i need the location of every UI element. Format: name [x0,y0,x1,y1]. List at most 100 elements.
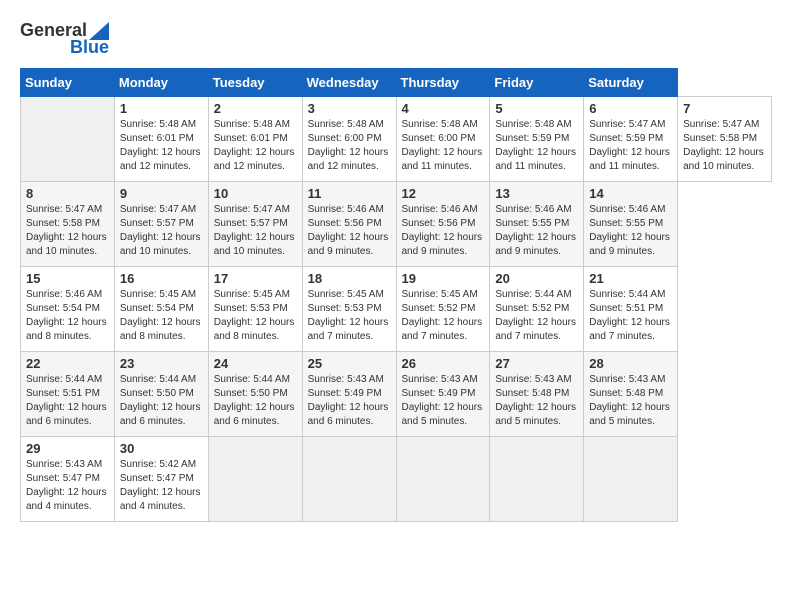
day-info: Sunrise: 5:43 AMSunset: 5:49 PMDaylight:… [402,373,485,429]
day-number: 22 [26,356,109,371]
weekday-header-wednesday: Wednesday [302,69,396,97]
calendar-cell: 6 Sunrise: 5:47 AMSunset: 5:59 PMDaylight… [584,97,678,182]
logo-container: General Blue [20,20,109,58]
weekday-header-friday: Friday [490,69,584,97]
day-info: Sunrise: 5:45 AMSunset: 5:52 PMDaylight:… [402,288,485,344]
calendar-cell: 28 Sunrise: 5:43 AMSunset: 5:48 PMDayligh… [584,352,678,437]
day-info: Sunrise: 5:44 AMSunset: 5:50 PMDaylight:… [120,373,203,429]
day-number: 1 [120,101,203,116]
day-info: Sunrise: 5:48 AMSunset: 5:59 PMDaylight:… [495,118,578,174]
calendar-cell: 2Sunrise: 5:48 AMSunset: 6:01 PMDaylight… [208,97,302,182]
day-number: 28 [589,356,672,371]
calendar-cell: 5Sunrise: 5:48 AMSunset: 5:59 PMDaylight… [490,97,584,182]
calendar-cell-empty [21,97,115,182]
calendar-cell: 22 Sunrise: 5:44 AMSunset: 5:51 PMDayligh… [21,352,115,437]
calendar-table: SundayMondayTuesdayWednesdayThursdayFrid… [20,68,772,522]
weekday-header-thursday: Thursday [396,69,490,97]
calendar-header: SundayMondayTuesdayWednesdayThursdayFrid… [21,69,772,97]
weekday-header-saturday: Saturday [584,69,678,97]
day-number: 10 [214,186,297,201]
day-info: Sunrise: 5:46 AMSunset: 5:54 PMDaylight:… [26,288,109,344]
calendar-cell: 17 Sunrise: 5:45 AMSunset: 5:53 PMDayligh… [208,267,302,352]
day-number: 6 [589,101,672,116]
calendar-cell: 25Sunrise: 5:43 AMSunset: 5:49 PMDayligh… [302,352,396,437]
day-number: 18 [308,271,391,286]
page-header: General Blue [20,20,772,58]
day-number: 29 [26,441,109,456]
calendar-cell: 10 Sunrise: 5:47 AMSunset: 5:57 PMDayligh… [208,182,302,267]
calendar-cell: 12Sunrise: 5:46 AMSunset: 5:56 PMDayligh… [396,182,490,267]
day-number: 25 [308,356,391,371]
calendar-cell: 7 Sunrise: 5:47 AMSunset: 5:58 PMDaylight… [678,97,772,182]
day-number: 15 [26,271,109,286]
day-number: 26 [402,356,485,371]
day-info: Sunrise: 5:47 AMSunset: 5:58 PMDaylight:… [26,203,109,259]
day-info: Sunrise: 5:43 AMSunset: 5:48 PMDaylight:… [589,373,672,429]
day-info: Sunrise: 5:43 AMSunset: 5:47 PMDaylight:… [26,458,109,514]
day-info: Sunrise: 5:47 AMSunset: 5:57 PMDaylight:… [214,203,297,259]
day-number: 8 [26,186,109,201]
calendar-cell: 26 Sunrise: 5:43 AMSunset: 5:49 PMDayligh… [396,352,490,437]
calendar-cell: 14 Sunrise: 5:46 AMSunset: 5:55 PMDayligh… [584,182,678,267]
weekday-header-sunday: Sunday [21,69,115,97]
day-number: 27 [495,356,578,371]
day-number: 14 [589,186,672,201]
day-info: Sunrise: 5:48 AMSunset: 6:00 PMDaylight:… [308,118,391,174]
day-number: 16 [120,271,203,286]
calendar-week-2: 8 Sunrise: 5:47 AMSunset: 5:58 PMDaylight… [21,182,772,267]
calendar-week-3: 15 Sunrise: 5:46 AMSunset: 5:54 PMDayligh… [21,267,772,352]
day-number: 17 [214,271,297,286]
calendar-week-1: 1 Sunrise: 5:48 AMSunset: 6:01 PMDaylight… [21,97,772,182]
calendar-cell: 11Sunrise: 5:46 AMSunset: 5:56 PMDayligh… [302,182,396,267]
weekday-row: SundayMondayTuesdayWednesdayThursdayFrid… [21,69,772,97]
day-info: Sunrise: 5:44 AMSunset: 5:51 PMDaylight:… [589,288,672,344]
calendar-cell: 18Sunrise: 5:45 AMSunset: 5:53 PMDayligh… [302,267,396,352]
calendar-cell: 24Sunrise: 5:44 AMSunset: 5:50 PMDayligh… [208,352,302,437]
calendar-body: 1 Sunrise: 5:48 AMSunset: 6:01 PMDaylight… [21,97,772,522]
calendar-cell: 23 Sunrise: 5:44 AMSunset: 5:50 PMDayligh… [114,352,208,437]
day-number: 3 [308,101,391,116]
day-info: Sunrise: 5:46 AMSunset: 5:55 PMDaylight:… [589,203,672,259]
calendar-cell: 16 Sunrise: 5:45 AMSunset: 5:54 PMDayligh… [114,267,208,352]
calendar-cell: 15 Sunrise: 5:46 AMSunset: 5:54 PMDayligh… [21,267,115,352]
calendar-cell [208,437,302,522]
day-info: Sunrise: 5:47 AMSunset: 5:57 PMDaylight:… [120,203,203,259]
day-info: Sunrise: 5:42 AMSunset: 5:47 PMDaylight:… [120,458,203,514]
day-number: 23 [120,356,203,371]
day-info: Sunrise: 5:48 AMSunset: 6:01 PMDaylight:… [120,118,203,174]
day-number: 2 [214,101,297,116]
logo: General Blue [20,20,109,58]
day-number: 20 [495,271,578,286]
day-number: 19 [402,271,485,286]
weekday-header-monday: Monday [114,69,208,97]
day-info: Sunrise: 5:45 AMSunset: 5:54 PMDaylight:… [120,288,203,344]
day-number: 13 [495,186,578,201]
day-number: 9 [120,186,203,201]
logo-blue: Blue [70,37,109,58]
calendar-cell: 29 Sunrise: 5:43 AMSunset: 5:47 PMDayligh… [21,437,115,522]
calendar-cell [396,437,490,522]
calendar-cell: 8 Sunrise: 5:47 AMSunset: 5:58 PMDaylight… [21,182,115,267]
day-number: 7 [683,101,766,116]
day-info: Sunrise: 5:44 AMSunset: 5:51 PMDaylight:… [26,373,109,429]
day-info: Sunrise: 5:46 AMSunset: 5:56 PMDaylight:… [308,203,391,259]
calendar-cell: 9 Sunrise: 5:47 AMSunset: 5:57 PMDaylight… [114,182,208,267]
day-info: Sunrise: 5:48 AMSunset: 6:00 PMDaylight:… [402,118,485,174]
calendar-cell: 27 Sunrise: 5:43 AMSunset: 5:48 PMDayligh… [490,352,584,437]
calendar-cell: 19 Sunrise: 5:45 AMSunset: 5:52 PMDayligh… [396,267,490,352]
day-info: Sunrise: 5:44 AMSunset: 5:50 PMDaylight:… [214,373,297,429]
calendar-cell [584,437,678,522]
calendar-cell: 21Sunrise: 5:44 AMSunset: 5:51 PMDayligh… [584,267,678,352]
day-info: Sunrise: 5:47 AMSunset: 5:59 PMDaylight:… [589,118,672,174]
calendar-cell: 3 Sunrise: 5:48 AMSunset: 6:00 PMDaylight… [302,97,396,182]
day-info: Sunrise: 5:44 AMSunset: 5:52 PMDaylight:… [495,288,578,344]
day-info: Sunrise: 5:45 AMSunset: 5:53 PMDaylight:… [214,288,297,344]
day-number: 30 [120,441,203,456]
calendar-cell [490,437,584,522]
day-info: Sunrise: 5:43 AMSunset: 5:48 PMDaylight:… [495,373,578,429]
day-info: Sunrise: 5:47 AMSunset: 5:58 PMDaylight:… [683,118,766,174]
calendar-cell: 13Sunrise: 5:46 AMSunset: 5:55 PMDayligh… [490,182,584,267]
day-number: 12 [402,186,485,201]
calendar-cell: 30 Sunrise: 5:42 AMSunset: 5:47 PMDayligh… [114,437,208,522]
calendar-cell: 4Sunrise: 5:48 AMSunset: 6:00 PMDaylight… [396,97,490,182]
